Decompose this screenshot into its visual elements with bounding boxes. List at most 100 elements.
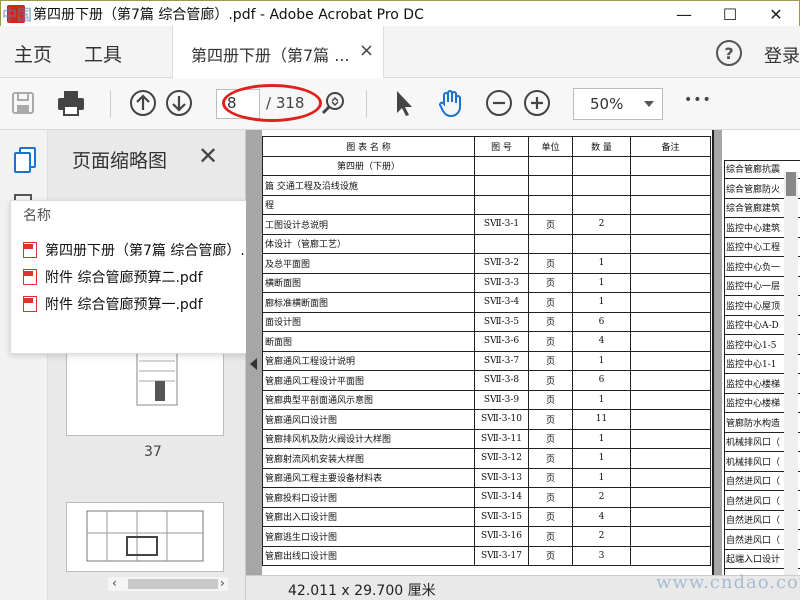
table-cell: SⅦ-3-1 bbox=[474, 214, 529, 235]
scrollbar-track bbox=[784, 172, 798, 576]
table-row: 横断面图 SⅦ-3-3 页 1 bbox=[262, 272, 711, 293]
table-cell: SⅦ-3-13 bbox=[474, 467, 529, 488]
table-cell: SⅦ-3-11 bbox=[474, 428, 529, 449]
next-page-icon[interactable] bbox=[164, 88, 194, 118]
scrollbar-thumb[interactable] bbox=[786, 172, 796, 196]
maximize-button[interactable]: ☐ bbox=[707, 1, 753, 27]
document-tab-label: 第四册下册（第7篇 ... bbox=[191, 46, 350, 65]
close-panel-icon[interactable]: ✕ bbox=[198, 142, 218, 170]
menu-home[interactable]: 主页 bbox=[14, 40, 52, 67]
table-cell: 页 bbox=[528, 292, 573, 313]
help-icon[interactable]: ? bbox=[716, 40, 742, 66]
table-cell: SⅦ-3-9 bbox=[474, 389, 529, 410]
table-cell: SⅦ-3-14 bbox=[474, 487, 529, 508]
attachment-item[interactable]: 附件 综合管廊预算一.pdf bbox=[23, 291, 203, 317]
save-icon[interactable] bbox=[8, 88, 38, 118]
pdf-file-icon bbox=[23, 269, 37, 285]
table-cell: 管廊通风工程设计平面图 bbox=[262, 370, 475, 391]
hand-tool-icon[interactable] bbox=[436, 88, 466, 118]
table-cell: SⅦ-3-6 bbox=[474, 331, 529, 352]
table-cell: 面设计图 bbox=[262, 311, 475, 332]
watermark-bottom-right: www.cndao.com bbox=[656, 572, 800, 593]
watermark-top-left: 中国 bbox=[2, 6, 33, 24]
zoom-out-icon[interactable] bbox=[484, 88, 514, 118]
table-cell bbox=[630, 506, 711, 527]
document-view[interactable]: 图 表 名 称 图 号 单位 数 量 备注 第四册（下册） 篇 交通工程及沿线设… bbox=[246, 130, 800, 575]
table-cell: SⅦ-3-17 bbox=[474, 545, 529, 566]
print-icon[interactable] bbox=[56, 88, 86, 118]
zoom-level-select[interactable]: 50% bbox=[573, 88, 663, 120]
page2-row: 监控中心A-D bbox=[726, 321, 779, 331]
page2-row: 管廊防水构造 bbox=[726, 418, 781, 429]
table-cell bbox=[528, 194, 573, 215]
menu-tools[interactable]: 工具 bbox=[84, 40, 122, 67]
table-row: 廊标准横断面图 SⅦ-3-4 页 1 bbox=[262, 292, 711, 313]
menu-tab-bar: 主页 工具 第四册下册（第7篇 ... × ? 登录 bbox=[0, 26, 800, 78]
table-cell bbox=[630, 370, 711, 391]
previous-page-icon[interactable] bbox=[128, 88, 158, 118]
table-cell bbox=[630, 175, 711, 196]
table-cell: SⅦ-3-4 bbox=[474, 292, 529, 313]
table-cell: SⅦ-3-10 bbox=[474, 409, 529, 430]
table-cell bbox=[630, 331, 711, 352]
table-cell: 页 bbox=[528, 506, 573, 527]
attachment-item[interactable]: 附件 综合管廊预算二.pdf bbox=[23, 264, 203, 290]
thumbnail-page-number: 37 bbox=[144, 444, 162, 460]
minimize-button[interactable]: — bbox=[661, 1, 707, 27]
scroll-left-icon[interactable]: ‹ bbox=[112, 576, 117, 590]
table-cell: 4 bbox=[572, 331, 631, 352]
login-button[interactable]: 登录 bbox=[764, 42, 800, 68]
thumbnails-title: 页面缩略图 bbox=[72, 150, 168, 172]
table-cell: 横断面图 bbox=[262, 272, 475, 293]
zoom-in-icon[interactable] bbox=[522, 88, 552, 118]
scrollbar-thumb[interactable] bbox=[128, 579, 218, 589]
zoom-search-icon[interactable] bbox=[318, 88, 348, 118]
table-cell: 页 bbox=[528, 331, 573, 352]
table-row: 管廊通风口设计图 SⅦ-3-10 页 11 bbox=[262, 409, 711, 430]
close-window-button[interactable]: ✕ bbox=[753, 1, 799, 27]
table-cell: 页 bbox=[528, 545, 573, 566]
table-cell bbox=[528, 175, 573, 196]
attachment-item-label: 附件 综合管廊预算二.pdf bbox=[45, 270, 203, 286]
table-header-cell: 图 号 bbox=[474, 136, 529, 157]
table-cell: 管廊逃生口设计图 bbox=[262, 526, 475, 547]
more-tools-icon[interactable]: ••• bbox=[684, 92, 712, 108]
table-cell: 2 bbox=[572, 487, 631, 508]
window-title: 第四册下册（第7篇 综合管廊）.pdf - Adobe Acrobat Pro … bbox=[33, 7, 424, 23]
scroll-right-icon[interactable]: › bbox=[220, 576, 225, 590]
table-cell: 11 bbox=[572, 409, 631, 430]
table-cell bbox=[474, 175, 529, 196]
table-row: 篇 交通工程及沿线设施 bbox=[262, 175, 711, 196]
table-cell bbox=[630, 409, 711, 430]
table-cell bbox=[630, 194, 711, 215]
table-cell: 管廊典型平剖面通风示意图 bbox=[262, 389, 475, 410]
thumbnail-horizontal-scrollbar[interactable]: ‹ › bbox=[108, 575, 228, 591]
zoom-level-value: 50% bbox=[590, 95, 624, 113]
document-tab[interactable]: 第四册下册（第7篇 ... × bbox=[172, 26, 384, 78]
collapse-panel-icon[interactable] bbox=[250, 358, 257, 370]
attachment-item-label: 第四册下册（第7篇 综合管廊）.pdf bbox=[45, 243, 268, 259]
toolbar: 8 / 318 50% ••• bbox=[0, 78, 800, 130]
page-thumbnails-icon[interactable] bbox=[12, 146, 38, 178]
table-cell bbox=[630, 428, 711, 449]
table-cell: SⅦ-3-2 bbox=[474, 253, 529, 274]
select-cursor-icon[interactable] bbox=[388, 88, 418, 118]
attachment-item[interactable]: 第四册下册（第7篇 综合管廊）.pdf bbox=[23, 237, 268, 263]
table-cell: 1 bbox=[572, 350, 631, 371]
table-cell: 页 bbox=[528, 428, 573, 449]
table-cell: 页 bbox=[528, 448, 573, 469]
attachment-item-label: 附件 综合管廊预算一.pdf bbox=[45, 297, 203, 313]
page-thumbnail[interactable] bbox=[66, 502, 224, 572]
red-highlight-circle bbox=[222, 84, 322, 122]
pdf-page: 图 表 名 称 图 号 单位 数 量 备注 第四册（下册） 篇 交通工程及沿线设… bbox=[262, 130, 714, 575]
table-row: 程 bbox=[262, 194, 711, 215]
table-cell bbox=[572, 175, 631, 196]
table-cell: 页 bbox=[528, 214, 573, 235]
document-vertical-scrollbar[interactable] bbox=[784, 172, 798, 576]
table-header-cell: 数 量 bbox=[572, 136, 631, 157]
table-cell bbox=[572, 233, 631, 254]
table-row: 体设计（管廊工艺） bbox=[262, 233, 711, 254]
close-tab-icon[interactable]: × bbox=[359, 40, 374, 61]
table-cell bbox=[630, 467, 711, 488]
table-cell: 页 bbox=[528, 389, 573, 410]
